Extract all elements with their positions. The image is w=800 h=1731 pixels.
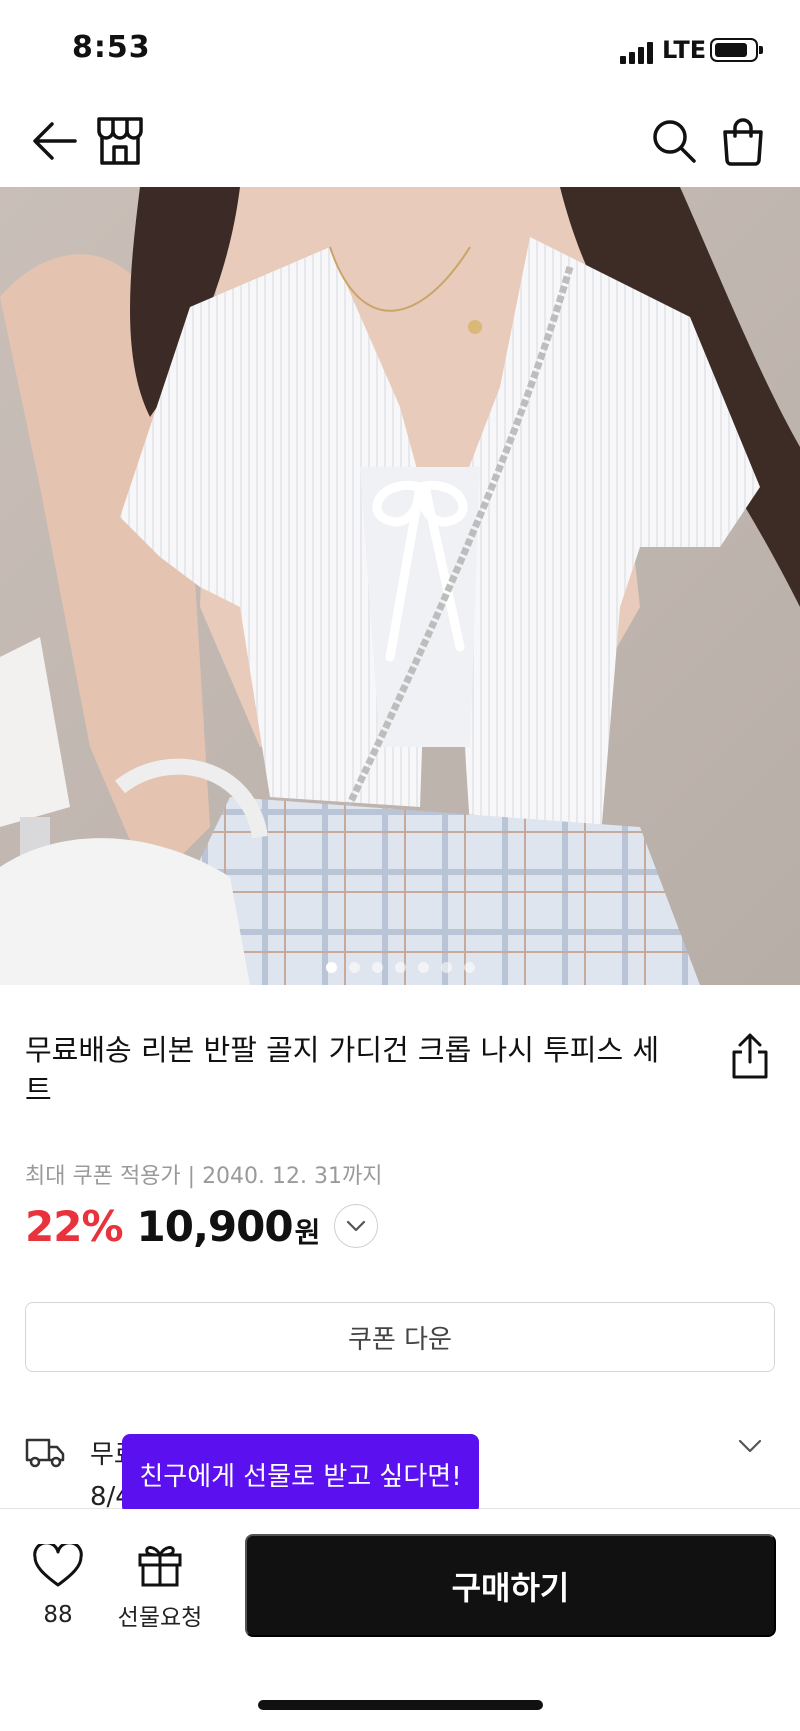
shopping-bag-icon[interactable] (715, 113, 771, 169)
gallery-dot[interactable] (371, 962, 383, 973)
battery-icon (710, 38, 763, 62)
back-arrow-icon[interactable] (26, 113, 82, 169)
top-navigation (0, 95, 800, 187)
gallery-dot[interactable] (325, 962, 337, 973)
chevron-down-icon (347, 1220, 366, 1232)
signal-icon (620, 40, 656, 64)
price-value: 10,900 (136, 1201, 294, 1251)
gallery-dot[interactable] (348, 962, 360, 973)
store-icon[interactable] (92, 113, 148, 169)
product-image[interactable] (0, 187, 800, 985)
gift-icon (138, 1546, 182, 1587)
battery-level (715, 43, 748, 57)
price-detail-button[interactable] (334, 1204, 379, 1248)
coupon-download-button[interactable]: 쿠폰 다운 (25, 1302, 775, 1372)
chevron-down-icon[interactable] (738, 1438, 762, 1457)
like-count: 88 (43, 1602, 73, 1628)
gift-request-label: 선물요청 (117, 1605, 203, 1631)
gallery-dot[interactable] (463, 962, 475, 973)
gift-request-tooltip[interactable]: 친구에게 선물로 받고 싶다면! (122, 1434, 479, 1530)
currency-label: 원 (294, 1216, 321, 1249)
gallery-dot[interactable] (394, 962, 406, 973)
price-row: 22% 10,900 원 (25, 1196, 379, 1256)
share-icon[interactable] (722, 1028, 778, 1084)
home-indicator (258, 1700, 543, 1710)
like-button[interactable]: 88 (22, 1544, 94, 1644)
gallery-dot[interactable] (417, 962, 429, 973)
discount-rate: 22% (25, 1201, 124, 1251)
status-time: 8:53 (72, 30, 151, 65)
buy-button[interactable]: 구매하기 (245, 1534, 776, 1637)
search-icon[interactable] (646, 113, 702, 169)
gift-request-button[interactable]: 선물요청 (110, 1542, 210, 1642)
gallery-indicator[interactable] (0, 962, 800, 973)
bottom-action-bar: 88 선물요청 구매하기 (0, 1509, 800, 1731)
status-bar: 8:53 LTE (0, 0, 800, 95)
coupon-price-note: 최대 쿠폰 적용가 | 2040. 12. 31까지 (25, 1164, 383, 1189)
truck-icon (25, 1436, 65, 1472)
gallery-dot[interactable] (440, 962, 452, 973)
heart-icon (33, 1544, 83, 1587)
product-title: 무료배송 리본 반팔 골지 가디건 크롭 나시 투피스 세트 (25, 1033, 660, 1107)
network-label: LTE (662, 36, 707, 64)
